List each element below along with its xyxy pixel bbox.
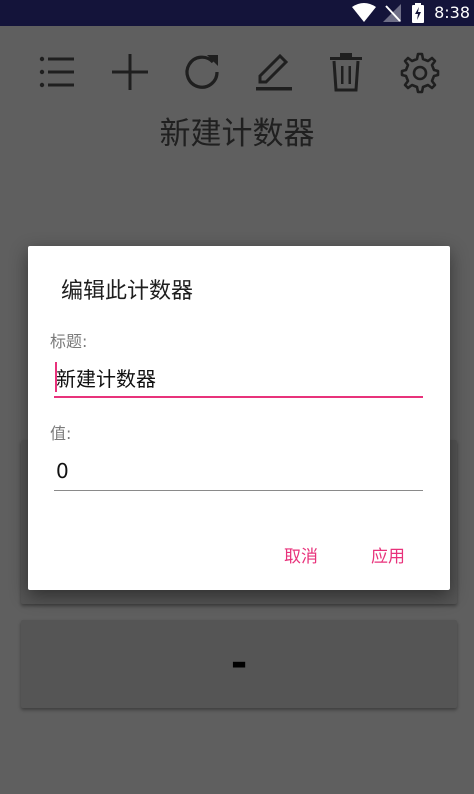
- refresh-button[interactable]: [180, 50, 224, 94]
- wifi-icon: [352, 3, 376, 22]
- settings-button[interactable]: [396, 50, 440, 94]
- list-button[interactable]: [36, 50, 80, 94]
- edit-button[interactable]: [252, 50, 296, 94]
- value-input[interactable]: [54, 451, 423, 491]
- battery-charging-icon: [412, 3, 424, 23]
- value-field-label: 值:: [50, 424, 72, 443]
- refresh-icon: [185, 55, 219, 89]
- list-icon: [39, 56, 74, 88]
- edit-icon: [256, 53, 292, 91]
- edit-counter-dialog: 编辑此计数器 标题: 值: 取消 应用: [28, 246, 450, 590]
- add-button[interactable]: [108, 50, 152, 94]
- title-input[interactable]: [54, 358, 423, 398]
- text-cursor: [55, 362, 57, 392]
- settings-icon: [400, 52, 440, 94]
- title-field-label: 标题:: [50, 332, 88, 351]
- delete-button[interactable]: [324, 50, 368, 94]
- page-title: 新建计数器: [159, 116, 315, 152]
- status-bar: 8:38: [0, 0, 474, 26]
- status-time: 8:38: [434, 3, 470, 22]
- decrement-card[interactable]: -: [21, 620, 457, 708]
- add-icon: [112, 54, 148, 90]
- decrement-label: -: [230, 640, 248, 686]
- cancel-button[interactable]: 取消: [284, 542, 318, 567]
- no-sim-icon: [383, 4, 401, 22]
- delete-icon: [330, 53, 362, 92]
- dialog-title: 编辑此计数器: [61, 279, 194, 304]
- apply-button[interactable]: 应用: [371, 542, 405, 567]
